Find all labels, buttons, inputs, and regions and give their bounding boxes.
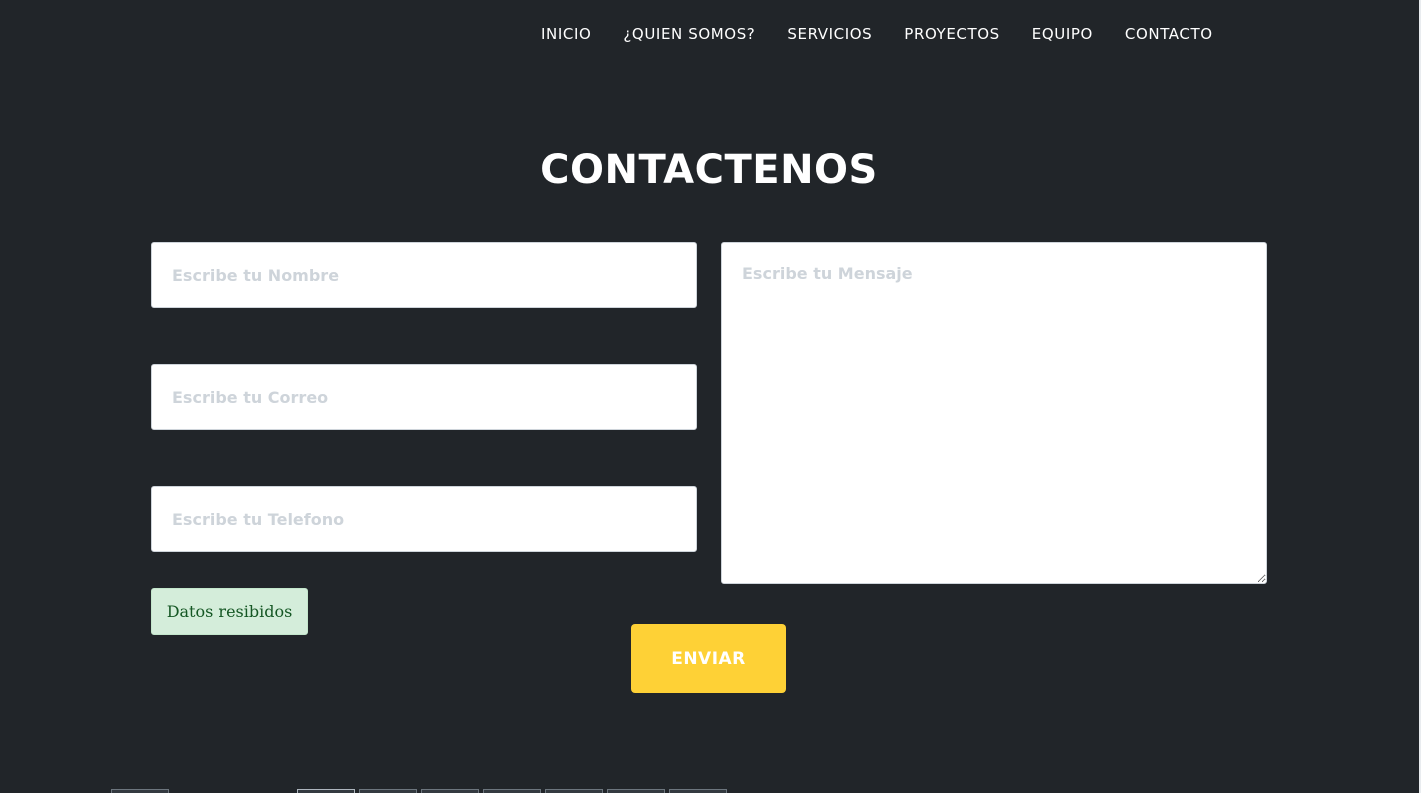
footer-tab	[669, 789, 727, 793]
success-alert: Datos resibidos	[151, 588, 308, 635]
nav-item-servicios[interactable]: SERVICIOS	[787, 24, 872, 44]
nav-item-proyectos[interactable]: PROYECTOS	[904, 24, 999, 44]
footer-strip	[0, 789, 1419, 793]
submit-button[interactable]: ENVIAR	[631, 624, 786, 693]
email-input[interactable]	[151, 364, 697, 430]
phone-input[interactable]	[151, 486, 697, 552]
section-title: CONTACTENOS	[540, 147, 878, 193]
footer-tab	[359, 789, 417, 793]
footer-tab	[545, 789, 603, 793]
footer-tab	[421, 789, 479, 793]
footer-tab	[297, 789, 355, 793]
name-input[interactable]	[151, 242, 697, 308]
footer-tab	[607, 789, 665, 793]
nav-item-contacto[interactable]: CONTACTO	[1125, 24, 1213, 44]
nav-item-quien-somos[interactable]: ¿QUIEN SOMOS?	[623, 24, 755, 44]
footer-tab	[111, 789, 169, 793]
nav-item-equipo[interactable]: EQUIPO	[1032, 24, 1093, 44]
nav-item-inicio[interactable]: INICIO	[541, 24, 591, 44]
message-textarea[interactable]	[721, 242, 1267, 584]
main-nav: INICIO ¿QUIEN SOMOS? SERVICIOS PROYECTOS…	[541, 24, 1213, 44]
footer-tab	[483, 789, 541, 793]
